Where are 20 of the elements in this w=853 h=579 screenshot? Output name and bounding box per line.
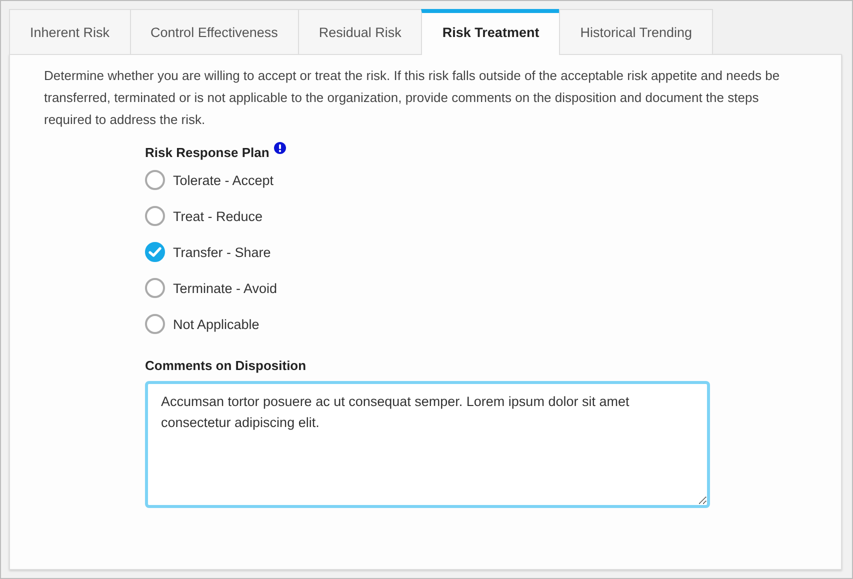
radio-button[interactable] [145,242,165,262]
description-text: Determine whether you are willing to accept or treat the risk. If this risk falls outside of the acceptable risk appetite and needs be transferred, terminated or is not applicable to the organization, provide comments on the disposition and document the steps required to address the risk. [44,67,781,129]
option-label: Tolerate - Accept [173,172,274,188]
comments-field[interactable]: Accumsan tortor posuere ac ut consequat semper. Lorem ipsum dolor sit amet consectetur adipiscing elit. [145,381,710,508]
tab[interactable]: Historical Trending [559,9,713,54]
tab[interactable]: Residual Risk [298,9,422,54]
radio-button[interactable] [145,278,165,298]
radio-button[interactable] [145,206,165,226]
tab[interactable]: Risk Treatment [421,9,560,55]
option-label: Treat - Reduce [173,208,263,224]
option-label: Terminate - Avoid [173,280,278,296]
radio-button[interactable] [145,314,165,334]
tab[interactable]: Control Effectiveness [130,9,298,54]
field-label: Risk Response Plan [145,145,270,160]
field-label: Comments on Disposition [145,358,306,373]
option-label: Transfer - Share [173,244,271,260]
tab[interactable]: Inherent Risk [9,9,130,54]
check-icon [148,246,162,258]
radio-button[interactable] [145,170,165,190]
option-label: Not Applicable [173,316,260,332]
